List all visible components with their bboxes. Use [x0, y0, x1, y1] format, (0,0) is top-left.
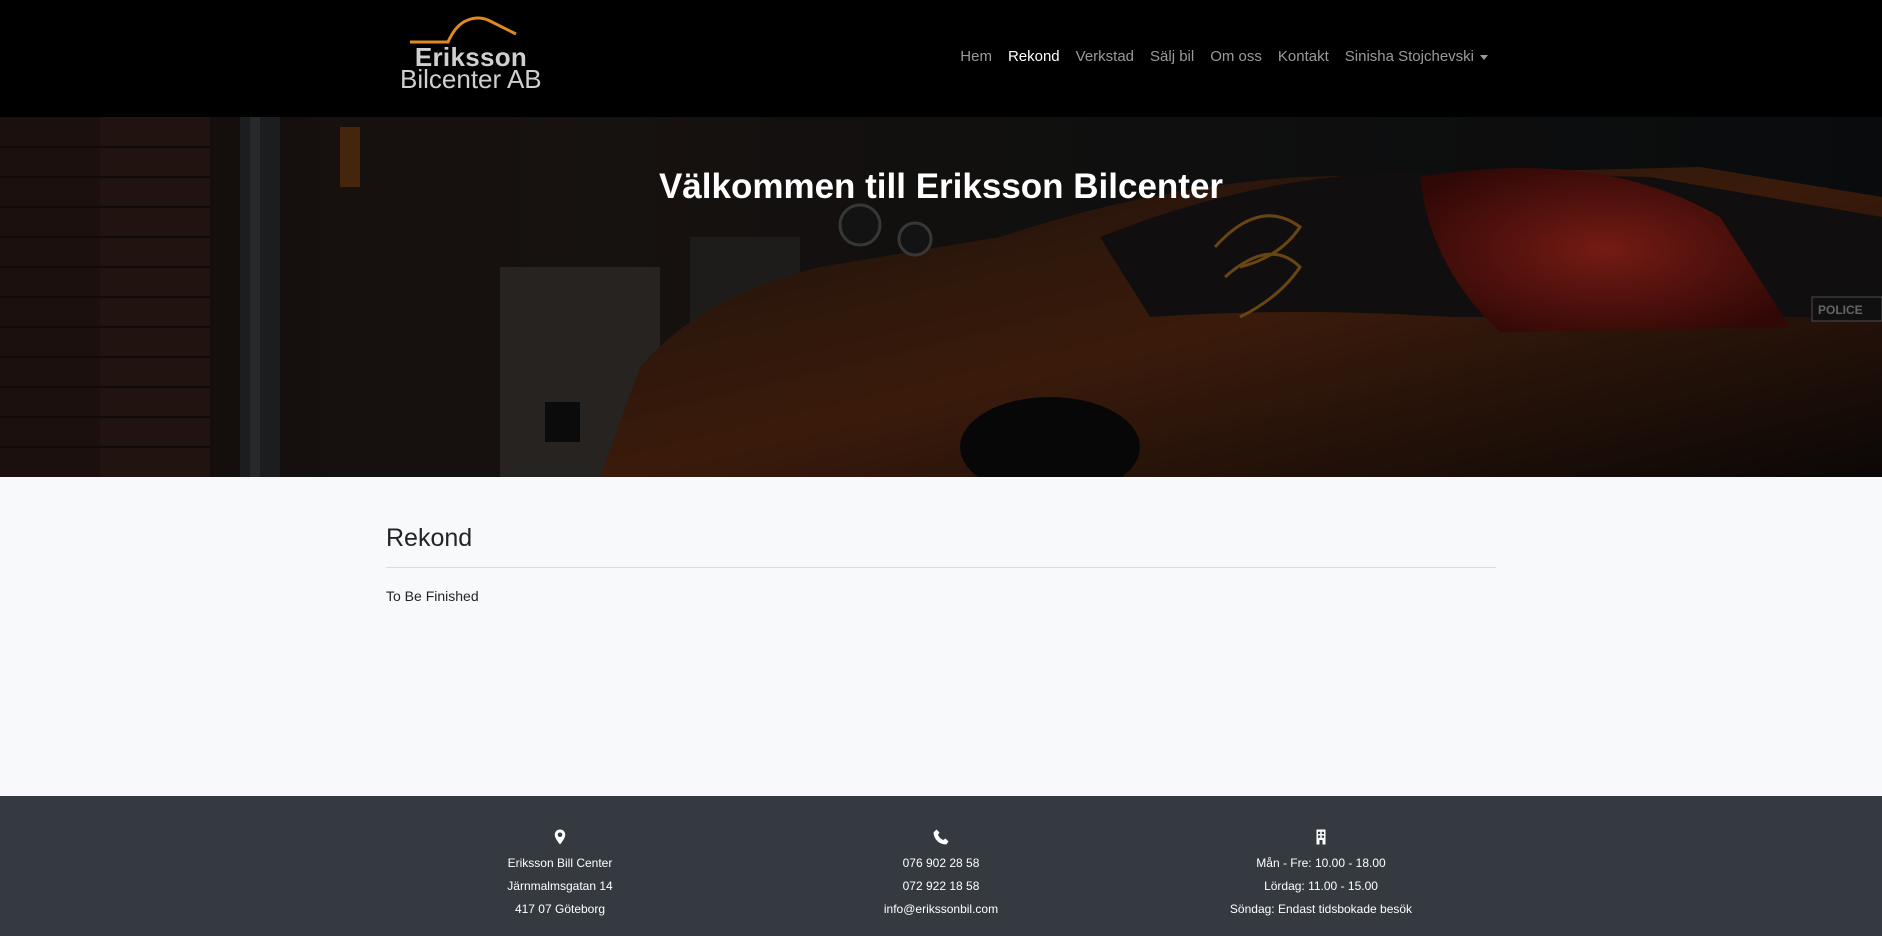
map-pin-icon — [554, 829, 566, 845]
main-content: Rekond To Be Finished — [386, 477, 1496, 604]
footer: Eriksson Bill Center Järnmalmsgatan 14 4… — [0, 796, 1882, 936]
footer-opening-hours: Mån - Fre: 10.00 - 18.00 Lördag: 11.00 -… — [1141, 828, 1501, 921]
footer-address-line: Järnmalmsgatan 14 — [507, 879, 613, 893]
nav-item-om-oss[interactable]: Om oss — [1210, 48, 1262, 65]
nav-item-verkstad[interactable]: Verkstad — [1076, 48, 1134, 65]
navbar: Eriksson Bilcenter AB Hem Rekond Verksta… — [0, 0, 1882, 117]
page-title: Rekond — [386, 524, 473, 552]
footer-hours-line: Lördag: 11.00 - 15.00 — [1264, 879, 1378, 893]
footer-hours-line: Söndag: Endast tidsbokade besök — [1229, 902, 1413, 916]
car-roof-logo-icon — [410, 16, 517, 44]
footer-phone-1[interactable]: 076 902 28 58 — [761, 852, 1121, 875]
footer-contact: 076 902 28 58 072 922 18 58 info@eriksso… — [761, 828, 1121, 921]
user-menu-label: Sinisha Stojchevski — [1344, 48, 1474, 65]
footer-hours-line: Mån - Fre: 10.00 - 18.00 — [1256, 856, 1386, 870]
page-body-text: To Be Finished — [386, 588, 479, 604]
footer-address-line: 417 07 Göteborg — [514, 902, 606, 916]
chevron-down-icon — [1480, 54, 1488, 60]
nav-item-hem[interactable]: Hem — [960, 48, 992, 65]
main-nav: Hem Rekond Verkstad Sälj bil Om oss Kont… — [960, 48, 1488, 65]
footer-phone-2[interactable]: 072 922 18 58 — [761, 875, 1121, 898]
footer-email-link[interactable]: info@erikssonbil.com — [761, 898, 1121, 921]
nav-item-salj-bil[interactable]: Sälj bil — [1150, 48, 1194, 65]
footer-address-line: Eriksson Bill Center — [507, 856, 613, 870]
footer-address: Eriksson Bill Center Järnmalmsgatan 14 4… — [380, 828, 740, 921]
hero-banner: POLICE Välkommen till Eriksson Bilcenter — [0, 117, 1882, 477]
user-menu-dropdown[interactable]: Sinisha Stojchevski — [1345, 48, 1488, 65]
divider — [386, 567, 1496, 568]
nav-item-kontakt[interactable]: Kontakt — [1278, 48, 1329, 65]
building-icon — [1316, 829, 1326, 845]
brand-logo[interactable]: Eriksson Bilcenter AB — [396, 14, 556, 94]
hero-title: Välkommen till Eriksson Bilcenter — [658, 167, 1224, 206]
nav-item-rekond[interactable]: Rekond — [1008, 48, 1060, 65]
phone-icon — [933, 829, 949, 845]
brand-name-line2: Bilcenter AB — [400, 64, 542, 94]
